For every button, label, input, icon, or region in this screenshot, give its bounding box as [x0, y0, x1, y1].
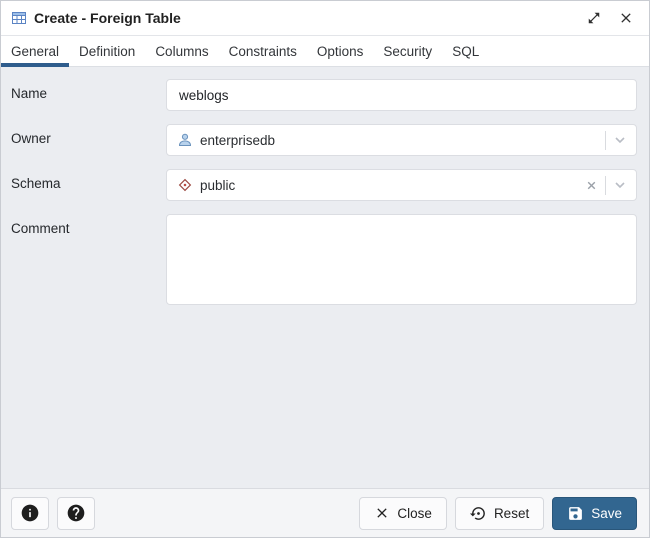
comment-textarea[interactable]	[166, 214, 637, 305]
owner-value: enterprisedb	[200, 133, 275, 148]
reset-icon	[470, 505, 487, 522]
close-x-icon	[374, 505, 390, 521]
owner-row: Owner enterprisedb	[11, 124, 637, 156]
clear-icon[interactable]	[584, 178, 599, 193]
tab-definition[interactable]: Definition	[69, 36, 145, 66]
name-row: Name	[11, 79, 637, 111]
user-icon	[177, 132, 193, 148]
help-icon[interactable]	[57, 497, 95, 530]
tab-sql[interactable]: SQL	[442, 36, 489, 66]
schema-value: public	[200, 178, 235, 193]
general-tab-panel: Name Owner enterprisedb	[1, 67, 649, 488]
save-button[interactable]: Save	[552, 497, 637, 530]
reset-button-label: Reset	[494, 506, 529, 521]
close-button-label: Close	[397, 506, 432, 521]
select-separator	[605, 131, 606, 150]
dialog-tabs: General Definition Columns Constraints O…	[1, 36, 649, 67]
reset-button[interactable]: Reset	[455, 497, 544, 530]
dialog-title: Create - Foreign Table	[34, 10, 181, 26]
name-label: Name	[11, 79, 166, 101]
save-button-label: Save	[591, 506, 622, 521]
owner-label: Owner	[11, 124, 166, 146]
schema-diamond-icon	[177, 177, 193, 193]
info-icon[interactable]	[11, 497, 49, 530]
tab-columns[interactable]: Columns	[145, 36, 218, 66]
save-icon	[567, 505, 584, 522]
dialog-titlebar: Create - Foreign Table	[1, 1, 649, 36]
schema-select[interactable]: public	[166, 169, 637, 201]
chevron-down-icon[interactable]	[612, 132, 628, 148]
schema-label: Schema	[11, 169, 166, 191]
comment-row: Comment	[11, 214, 637, 308]
close-button[interactable]: Close	[359, 497, 447, 530]
owner-select[interactable]: enterprisedb	[166, 124, 637, 156]
chevron-down-icon[interactable]	[612, 177, 628, 193]
name-input[interactable]	[166, 79, 637, 111]
tab-security[interactable]: Security	[373, 36, 442, 66]
schema-row: Schema public	[11, 169, 637, 201]
comment-label: Comment	[11, 214, 166, 236]
expand-icon[interactable]	[583, 7, 605, 29]
foreign-table-icon	[11, 10, 27, 26]
select-separator	[605, 176, 606, 195]
close-icon[interactable]	[615, 7, 637, 29]
dialog-footer: Close Reset Save	[1, 488, 649, 537]
tab-general[interactable]: General	[1, 36, 69, 66]
tab-constraints[interactable]: Constraints	[219, 36, 307, 66]
tab-options[interactable]: Options	[307, 36, 374, 66]
create-foreign-table-dialog: Create - Foreign Table General Definitio…	[0, 0, 650, 538]
